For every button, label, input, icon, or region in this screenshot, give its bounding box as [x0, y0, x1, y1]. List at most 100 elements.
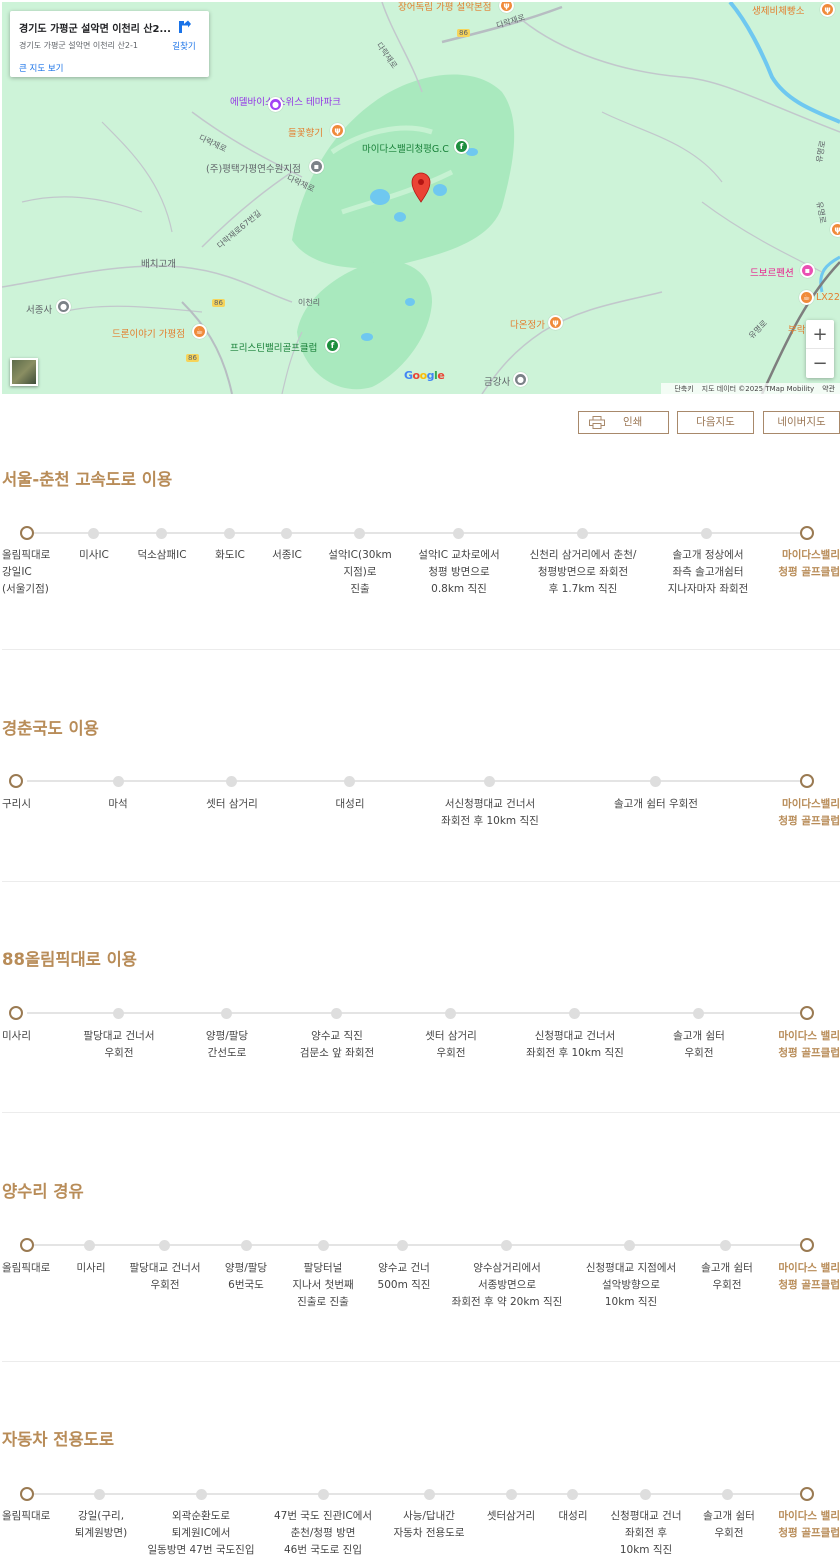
route-stop: 마석	[108, 798, 128, 810]
route-node	[113, 776, 124, 787]
route-title: 자동차 전용도로	[2, 1430, 115, 1449]
poi-label[interactable]: 마이다스밸리청평G.C	[362, 141, 449, 155]
route-node	[88, 528, 99, 539]
temple-icon[interactable]: ●	[56, 299, 71, 314]
daum-map-button[interactable]: 다음지도	[677, 411, 754, 434]
poi-label[interactable]: 드보르펜션	[750, 265, 794, 279]
route-stop: 양수삼거리에서 서종방면으로 좌회전 후 약 20km 직진	[451, 1262, 563, 1308]
theme-park-icon[interactable]: ●	[268, 97, 283, 112]
pension-icon[interactable]: ▪	[800, 263, 815, 278]
route-line	[27, 1012, 808, 1014]
place-info-card: 경기도 가평군 설악면 이천리 산2... 경기도 가평군 설악면 이천리 산2…	[10, 11, 209, 77]
restaurant-icon[interactable]: ψ	[820, 2, 835, 17]
poi-label[interactable]: LX22	[816, 292, 840, 303]
route-stop: 양평/팔당 간선도로	[205, 1030, 249, 1059]
zoom-out-button[interactable]: −	[806, 349, 834, 378]
restaurant-icon[interactable]: ψ	[330, 123, 345, 138]
cafe-icon[interactable]: ☕	[799, 290, 814, 305]
route-stop: 외곽순환도로 퇴계원IC에서 일동방면 47번 국도진입	[147, 1510, 255, 1556]
destination-label: 마이다스밸리 청평 골프클럽	[778, 798, 840, 827]
route-node	[506, 1489, 517, 1500]
route-stop: 신청평대교 건너서 좌회전 후 10km 직진	[526, 1030, 624, 1059]
poi-label[interactable]: 장어독립 가평 설악본점	[398, 2, 491, 13]
divider	[2, 649, 840, 650]
google-logo: Google	[404, 369, 445, 382]
poi-label[interactable]: 에델바이스 스위스 테마파크	[230, 94, 341, 108]
divider	[2, 1112, 840, 1113]
divider	[2, 881, 840, 882]
poi-label[interactable]: 서종사	[26, 302, 52, 316]
route-node	[567, 1489, 578, 1500]
route-title: 88올림픽대로 이용	[2, 950, 137, 969]
end-point	[800, 1238, 814, 1252]
route-title: 양수리 경유	[2, 1182, 84, 1201]
poi-label[interactable]: 프리스틴밸리골프클럽	[230, 340, 317, 354]
route-stop: 덕소삼패IC	[137, 549, 187, 561]
directions-button[interactable]: 길찾기	[169, 19, 199, 52]
larger-map-link[interactable]: 큰 지도 보기	[19, 62, 64, 74]
route-node	[693, 1008, 704, 1019]
restaurant-icon[interactable]: ψ	[548, 315, 563, 330]
route-stop: 화도IC	[215, 549, 245, 561]
route-stop: 신청평대교 지점에서 설악방향으로 10km 직진	[585, 1262, 677, 1308]
poi-label[interactable]: 부락	[788, 322, 805, 336]
temple-icon[interactable]: ●	[513, 372, 528, 387]
poi-label[interactable]: 생제비체빵소	[752, 3, 804, 17]
divider	[2, 1361, 840, 1362]
satellite-toggle[interactable]	[10, 358, 38, 386]
poi-label[interactable]: (주)평택가평연수원지점	[206, 161, 301, 175]
naver-map-button[interactable]: 네이버지도	[763, 411, 840, 434]
poi-label[interactable]: 드론이야기 가평점	[112, 326, 185, 340]
route-stop: 강일(구리, 퇴계원방면)	[74, 1510, 128, 1539]
route-node	[221, 1008, 232, 1019]
route-node	[318, 1240, 329, 1251]
route-node	[318, 1489, 329, 1500]
route-shield: 86	[457, 29, 470, 37]
route-node	[624, 1240, 635, 1251]
print-button[interactable]: 인쇄	[578, 411, 669, 434]
route-title: 경춘국도 이용	[2, 719, 99, 738]
route-stop: 사능/답내간 자동차 전용도로	[393, 1510, 465, 1539]
shortcuts-link[interactable]: 단축키	[674, 385, 693, 393]
route-stop: 올림픽대로	[2, 1262, 51, 1274]
cafe-icon[interactable]: ☕	[192, 324, 207, 339]
route-node	[224, 528, 235, 539]
terms-link[interactable]: 약관	[822, 385, 835, 393]
zoom-in-button[interactable]: +	[806, 320, 834, 349]
route-stop: 서신청평대교 건너서 좌회전 후 10km 직진	[441, 798, 539, 827]
destination-label: 마이다스밸리 청평 골프클럽	[778, 549, 840, 578]
route-stop: 설악IC 교차로에서 청평 방면으로 0.8km 직진	[418, 549, 500, 595]
bank-icon[interactable]: ▪	[309, 159, 324, 174]
poi-label[interactable]: 다온정가	[510, 317, 545, 331]
route-node	[453, 528, 464, 539]
route-stop: 양수교 직진 검문소 앞 좌회전	[299, 1030, 375, 1059]
start-point	[9, 1006, 23, 1020]
place-label: 이천리	[298, 298, 321, 307]
place-title: 경기도 가평군 설악면 이천리 산2...	[19, 24, 171, 35]
map-attribution: 단축키 지도 데이터 ©2025 TMap Mobility 약관	[661, 383, 840, 394]
print-label: 인쇄	[623, 416, 643, 428]
route-node	[241, 1240, 252, 1251]
end-point	[800, 1487, 814, 1501]
poi-label[interactable]: 들꽃향기	[288, 125, 323, 139]
route-stop: 대성리	[335, 798, 365, 810]
route-node	[397, 1240, 408, 1251]
printer-icon	[589, 416, 605, 429]
golf-icon[interactable]: f	[454, 139, 469, 154]
route-node	[720, 1240, 731, 1251]
route-stop: 양평/팔당 6번국도	[224, 1262, 268, 1291]
golf-icon[interactable]: f	[325, 338, 340, 353]
route-stop: 미사IC	[79, 549, 109, 561]
end-point	[800, 526, 814, 540]
route-node	[331, 1008, 342, 1019]
start-point	[9, 774, 23, 788]
route-node	[501, 1240, 512, 1251]
google-map[interactable]: 장어독립 가평 설악본점 ψ 생제비체빵소 ψ 에델바이스 스위스 테마파크 ●…	[2, 2, 840, 394]
poi-label[interactable]: 금강사	[484, 374, 510, 388]
end-point	[800, 1006, 814, 1020]
destination-label: 마이다스 밸리 청평 골프클럽	[778, 1030, 840, 1059]
route-node	[354, 528, 365, 539]
route-stop: 팔당대교 건너서 우회전	[129, 1262, 201, 1291]
route-node	[640, 1489, 651, 1500]
restaurant-icon[interactable]: ψ	[830, 222, 840, 237]
